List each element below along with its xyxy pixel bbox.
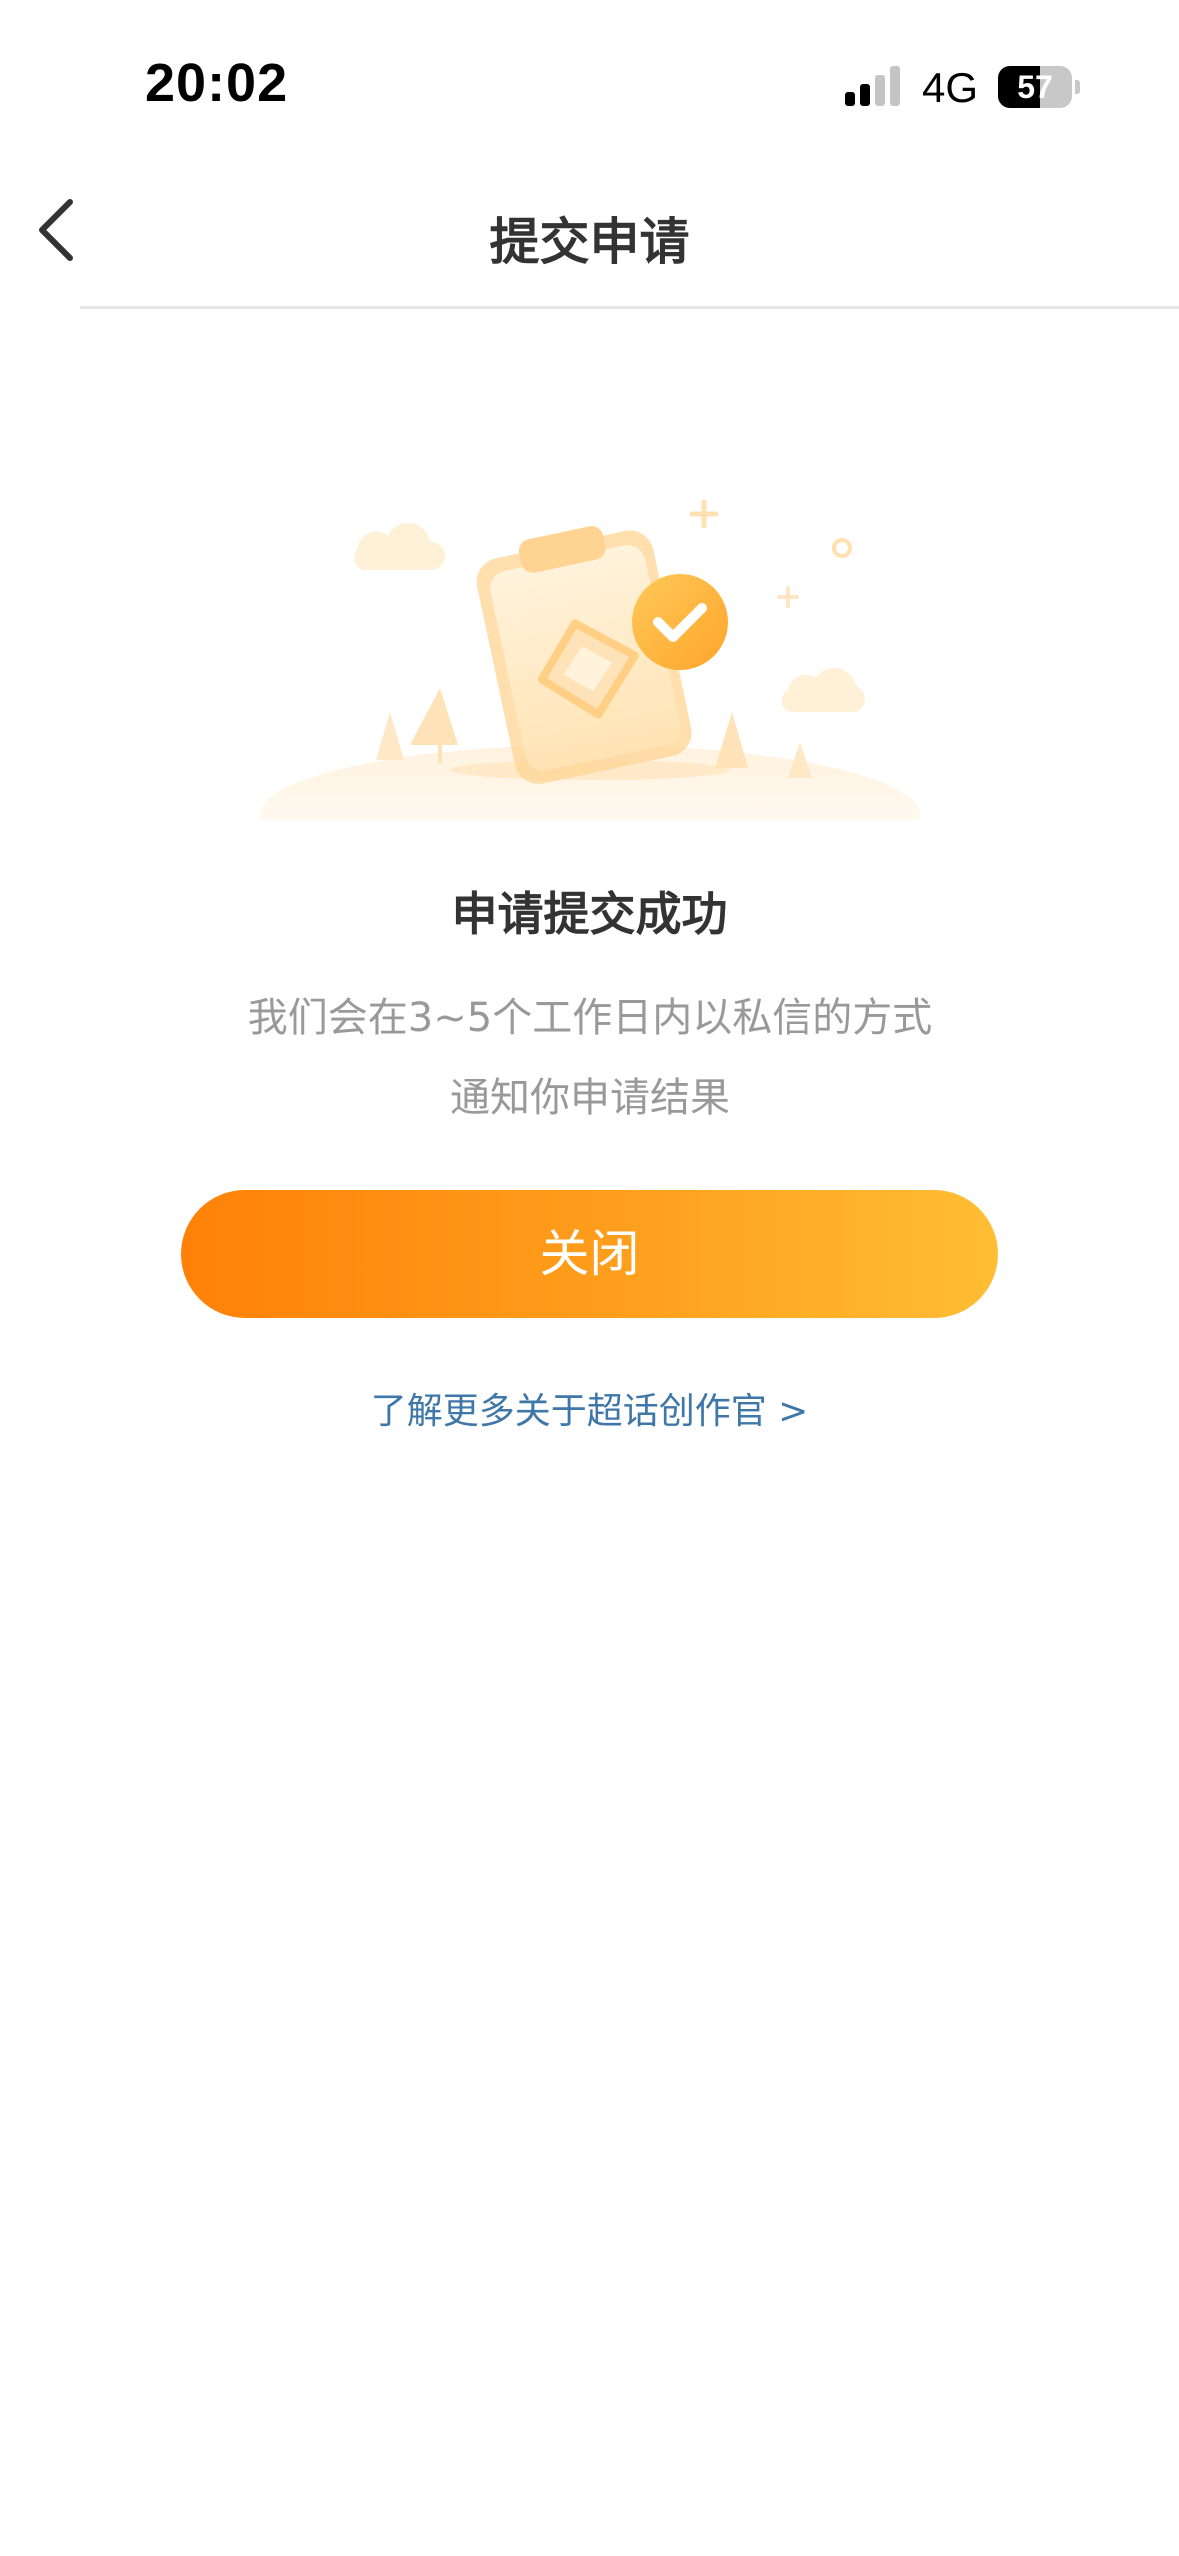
success-description-line: 通知你申请结果: [450, 1075, 730, 1121]
success-description: 我们会在3~5个工作日内以私信的方式 通知你申请结果: [190, 978, 990, 1138]
battery-percent: 57: [1017, 69, 1053, 105]
success-description-line: 我们会在3~5个工作日内以私信的方式: [247, 995, 933, 1041]
sparkle-icon: [689, 499, 719, 529]
sparkle-icon: [777, 586, 799, 608]
nav-divider: [80, 306, 1179, 309]
nav-bar: 提交申请: [0, 150, 1179, 309]
check-badge-icon: [632, 574, 728, 670]
tree-icon: [376, 712, 404, 760]
success-title: 申请提交成功: [451, 887, 728, 941]
tree-icon: [410, 688, 458, 745]
learn-more-link[interactable]: 了解更多关于超话创作官 >: [0, 1382, 1179, 1434]
battery-cap: [1075, 80, 1080, 94]
close-button[interactable]: 关闭: [181, 1190, 998, 1318]
battery-icon: 57: [998, 66, 1080, 108]
battery-body: 57: [998, 66, 1072, 108]
cloud-icon: [354, 522, 446, 570]
tree-icon: [715, 712, 748, 768]
clipboard-check-illustration: [260, 499, 920, 820]
cellular-signal-icon: [845, 66, 900, 106]
page-title: 提交申请: [489, 213, 690, 271]
tree-trunk: [438, 742, 442, 764]
network-type-label: 4G: [922, 64, 979, 111]
cloud-icon: [781, 668, 865, 712]
status-bar: 20:02 4G 57: [0, 0, 1179, 150]
status-time: 20:02: [145, 53, 289, 113]
sparkle-dot: [832, 538, 852, 558]
